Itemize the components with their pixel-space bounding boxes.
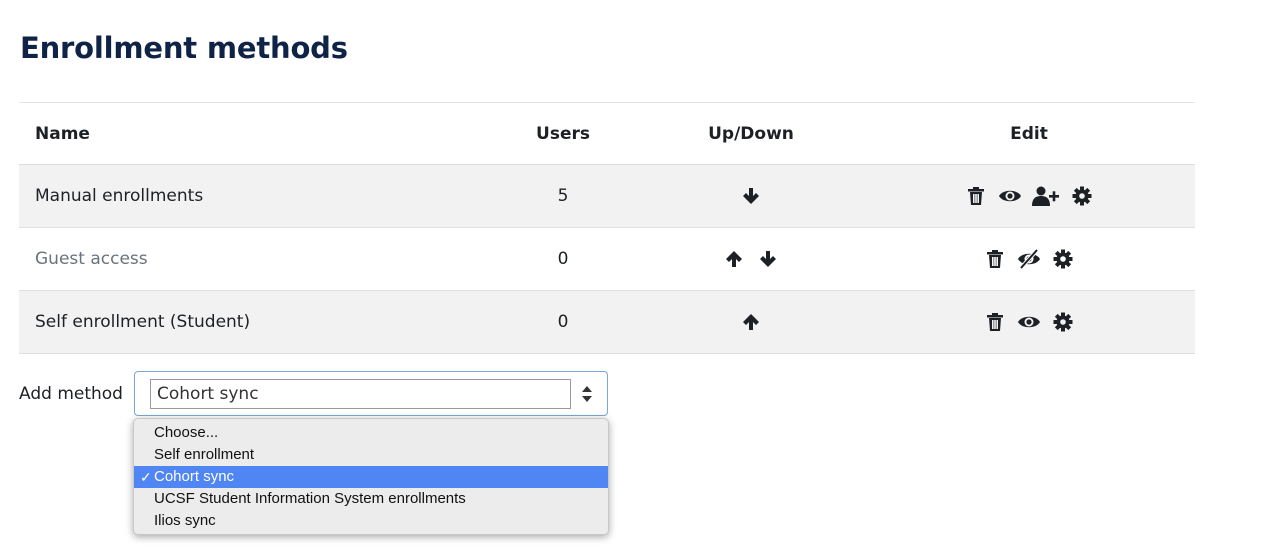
arrow-down-icon[interactable]	[738, 183, 764, 209]
header-edit: Edit	[1010, 123, 1048, 144]
edit-cell	[919, 165, 1139, 227]
arrow-down-icon[interactable]	[755, 246, 781, 272]
add-method-row: Add method	[19, 371, 123, 417]
edit-cell	[919, 228, 1139, 290]
eye-slash-icon[interactable]	[1016, 246, 1042, 272]
select-arrows-icon	[582, 386, 592, 402]
add-method-select-value[interactable]: Cohort sync	[150, 379, 571, 409]
header-name: Name	[35, 123, 90, 144]
eye-icon[interactable]	[1016, 309, 1042, 335]
trash-icon[interactable]	[982, 246, 1008, 272]
table-row: Guest access 0	[19, 228, 1195, 291]
updown-cell	[669, 228, 833, 290]
user-plus-icon[interactable]	[1031, 183, 1061, 209]
eye-icon[interactable]	[997, 183, 1023, 209]
trash-icon[interactable]	[982, 309, 1008, 335]
method-name: Guest access	[35, 249, 148, 269]
users-count: 5	[557, 186, 569, 206]
table-row: Manual enrollments 5	[19, 165, 1195, 228]
dropdown-option-selected[interactable]: ✓ Cohort sync	[134, 466, 608, 488]
updown-cell	[669, 165, 833, 227]
page: Enrollment methods Name Users Up/Down Ed…	[0, 0, 1263, 554]
header-updown: Up/Down	[708, 123, 794, 144]
dropdown-option[interactable]: Choose...	[134, 422, 608, 444]
arrow-up-icon[interactable]	[721, 246, 747, 272]
table-header-row: Name Users Up/Down Edit	[19, 103, 1195, 165]
method-name: Manual enrollments	[35, 186, 204, 206]
gear-icon[interactable]	[1050, 309, 1076, 335]
arrow-up-icon[interactable]	[738, 309, 764, 335]
dropdown-option[interactable]: Self enrollment	[134, 444, 608, 466]
users-count: 0	[557, 249, 569, 269]
add-method-dropdown: Choose... Self enrollment ✓ Cohort sync …	[133, 418, 609, 535]
gear-icon[interactable]	[1050, 246, 1076, 272]
add-method-label: Add method	[19, 384, 123, 404]
dropdown-option[interactable]: UCSF Student Information System enrollme…	[134, 488, 608, 510]
add-method-select[interactable]: Cohort sync	[134, 371, 608, 416]
method-name: Self enrollment (Student)	[35, 312, 251, 332]
header-users: Users	[536, 123, 590, 144]
edit-cell	[919, 291, 1139, 353]
page-title: Enrollment methods	[20, 31, 348, 65]
table-row: Self enrollment (Student) 0	[19, 291, 1195, 354]
trash-icon[interactable]	[963, 183, 989, 209]
check-icon: ✓	[140, 469, 152, 485]
dropdown-option[interactable]: Ilios sync	[134, 510, 608, 532]
users-count: 0	[557, 312, 569, 332]
updown-cell	[669, 291, 833, 353]
gear-icon[interactable]	[1069, 183, 1095, 209]
enrollment-methods-table: Name Users Up/Down Edit Manual enrollmen…	[19, 102, 1195, 354]
